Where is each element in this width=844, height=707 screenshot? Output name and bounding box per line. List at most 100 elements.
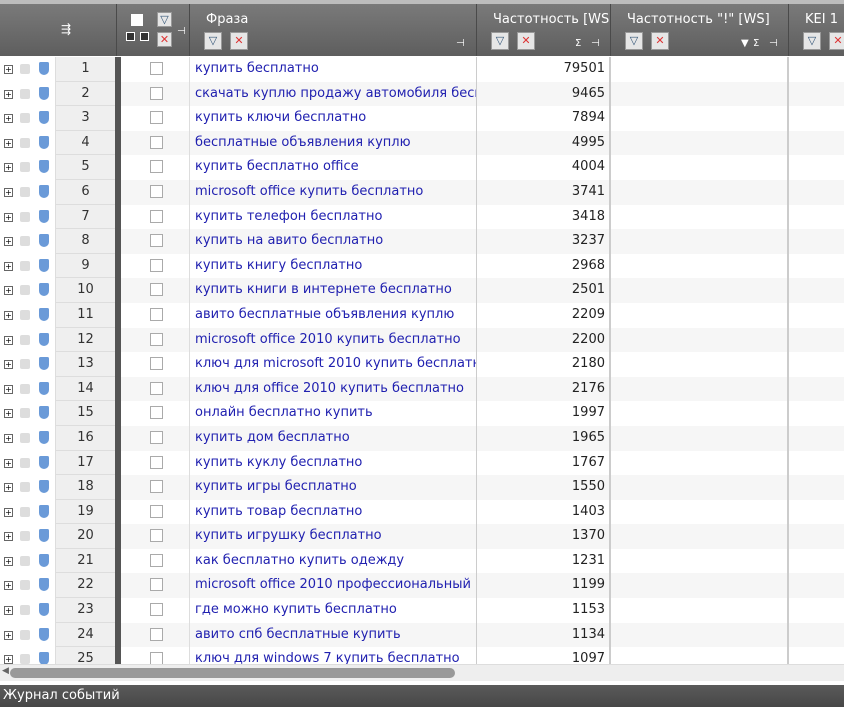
sort-desc-icon[interactable]: ▼ [741,38,749,49]
table-row[interactable]: + 4 бесплатные объявления куплю 4995 [0,130,844,156]
expand-icon[interactable]: + [4,138,13,148]
table-row[interactable]: + 20 купить игрушку бесплатно 1370 [0,524,844,549]
lock-icon[interactable] [20,236,30,247]
lock-icon[interactable] [20,531,30,542]
scroll-left-icon[interactable]: ◀ [2,666,9,676]
expand-icon[interactable]: + [4,507,13,517]
phrase-cell[interactable]: купить книги в интернете бесплатно [190,278,477,303]
row-checkbox[interactable] [150,332,163,346]
table-row[interactable]: + 2 скачать куплю продажу автомобиля бес… [0,81,844,107]
lock-icon[interactable] [20,457,30,468]
shield-icon[interactable] [39,160,49,174]
expand-icon[interactable]: + [4,409,13,419]
shield-icon[interactable] [39,283,49,297]
shield-icon[interactable] [39,381,49,395]
pin-icon[interactable]: ⊣ [456,38,465,49]
phrase-cell[interactable]: ключ для microsoft 2010 купить бесплатно [190,352,477,377]
shield-icon[interactable] [39,209,49,223]
phrase-cell[interactable]: купить бесплатно [190,57,477,82]
row-checkbox[interactable] [150,357,163,371]
table-row[interactable]: + 21 как бесплатно купить одежду 1231 [0,548,844,574]
lock-icon[interactable] [20,162,30,173]
lock-icon[interactable] [20,383,30,394]
shield-icon[interactable] [39,455,49,469]
phrase-cell[interactable]: авито спб бесплатные купить [190,622,477,648]
phrase-cell[interactable]: скачать куплю продажу автомобиля бесплат… [190,81,477,107]
lock-icon[interactable] [20,359,30,370]
row-checkbox[interactable] [150,234,163,248]
filter-icon[interactable]: ▽ [204,32,222,50]
phrase-cell[interactable]: купить на авито бесплатно [190,229,477,254]
sum-icon[interactable]: Σ [753,38,759,49]
expand-icon[interactable]: + [4,630,13,640]
expand-icon[interactable]: + [4,237,13,247]
lock-icon[interactable] [20,482,30,493]
phrase-cell[interactable]: купить товар бесплатно [190,499,477,525]
clear-filter-icon[interactable]: ✕ [651,32,669,50]
row-checkbox[interactable] [150,455,163,469]
lock-icon[interactable] [20,260,30,271]
phrase-cell[interactable]: купить игрушку бесплатно [190,524,477,549]
table-row[interactable]: + 18 купить игры бесплатно 1550 [0,475,844,500]
shield-icon[interactable] [39,135,49,149]
pin-icon[interactable]: ⊣ [177,26,186,37]
table-row[interactable]: + 9 купить книгу бесплатно 2968 [0,253,844,279]
row-checkbox[interactable] [150,135,163,149]
row-checkbox[interactable] [150,62,163,75]
table-row[interactable]: + 14 ключ для office 2010 купить бесплат… [0,376,844,402]
clear-filter-icon[interactable]: ✕ [157,32,172,47]
shield-icon[interactable] [39,111,49,125]
expand-icon[interactable]: + [4,458,13,468]
shield-icon[interactable] [39,504,49,518]
shield-icon[interactable] [39,627,49,641]
row-checkbox[interactable] [150,627,163,641]
lock-icon[interactable] [20,555,30,566]
header-phrase[interactable]: Фраза ▽ ✕ ⊣ [190,4,477,56]
phrase-cell[interactable]: microsoft office 2010 купить бесплатно [190,327,477,353]
row-checkbox[interactable] [150,381,163,395]
row-checkbox[interactable] [150,258,163,272]
expand-icon[interactable]: + [4,114,13,124]
group-expand-icon[interactable]: ⇶ [61,22,71,36]
lock-icon[interactable] [20,113,30,124]
shield-icon[interactable] [39,234,49,248]
shield-icon[interactable] [39,603,49,617]
row-checkbox[interactable] [150,111,163,125]
expand-icon[interactable]: + [4,556,13,566]
table-row[interactable]: + 22 microsoft office 2010 профессиональ… [0,573,844,599]
expand-icon[interactable]: + [4,360,13,370]
row-checkbox[interactable] [150,307,163,321]
shield-icon[interactable] [39,332,49,346]
lock-icon[interactable] [20,334,30,345]
table-row[interactable]: + 3 купить ключи бесплатно 7894 [0,106,844,131]
row-checkbox[interactable] [150,504,163,518]
shield-icon[interactable] [39,430,49,444]
expand-icon[interactable]: + [4,65,13,74]
expand-icon[interactable]: + [4,606,13,616]
phrase-cell[interactable]: microsoft office купить бесплатно [190,179,477,205]
row-checkbox[interactable] [150,283,163,297]
phrase-cell[interactable]: купить телефон бесплатно [190,204,477,230]
row-checkbox[interactable] [150,529,163,543]
phrase-cell[interactable]: онлайн бесплатно купить [190,401,477,426]
table-row[interactable]: + 24 авито спб бесплатные купить 1134 [0,622,844,648]
table-row[interactable]: + 7 купить телефон бесплатно 3418 [0,204,844,230]
shield-icon[interactable] [39,307,49,321]
header-kei[interactable]: KEI 1 ▽ ✕ [789,4,844,56]
expand-icon[interactable]: + [4,335,13,345]
row-checkbox[interactable] [150,603,163,617]
filter-icon[interactable]: ▽ [157,12,172,27]
table-row[interactable]: + 23 где можно купить бесплатно 1153 [0,598,844,623]
event-log-panel[interactable]: Журнал событий [0,685,844,707]
row-checkbox[interactable] [150,406,163,420]
expand-icon[interactable]: + [4,581,13,591]
expand-icon[interactable]: + [4,310,13,320]
row-checkbox[interactable] [150,184,163,198]
row-checkbox[interactable] [150,652,163,664]
phrase-cell[interactable]: купить бесплатно office [190,155,477,180]
table-row[interactable]: + 10 купить книги в интернете бесплатно … [0,278,844,303]
shield-icon[interactable] [39,529,49,543]
row-checkbox[interactable] [150,553,163,567]
pin-icon[interactable]: ⊣ [591,38,600,49]
lock-icon[interactable] [20,88,30,99]
